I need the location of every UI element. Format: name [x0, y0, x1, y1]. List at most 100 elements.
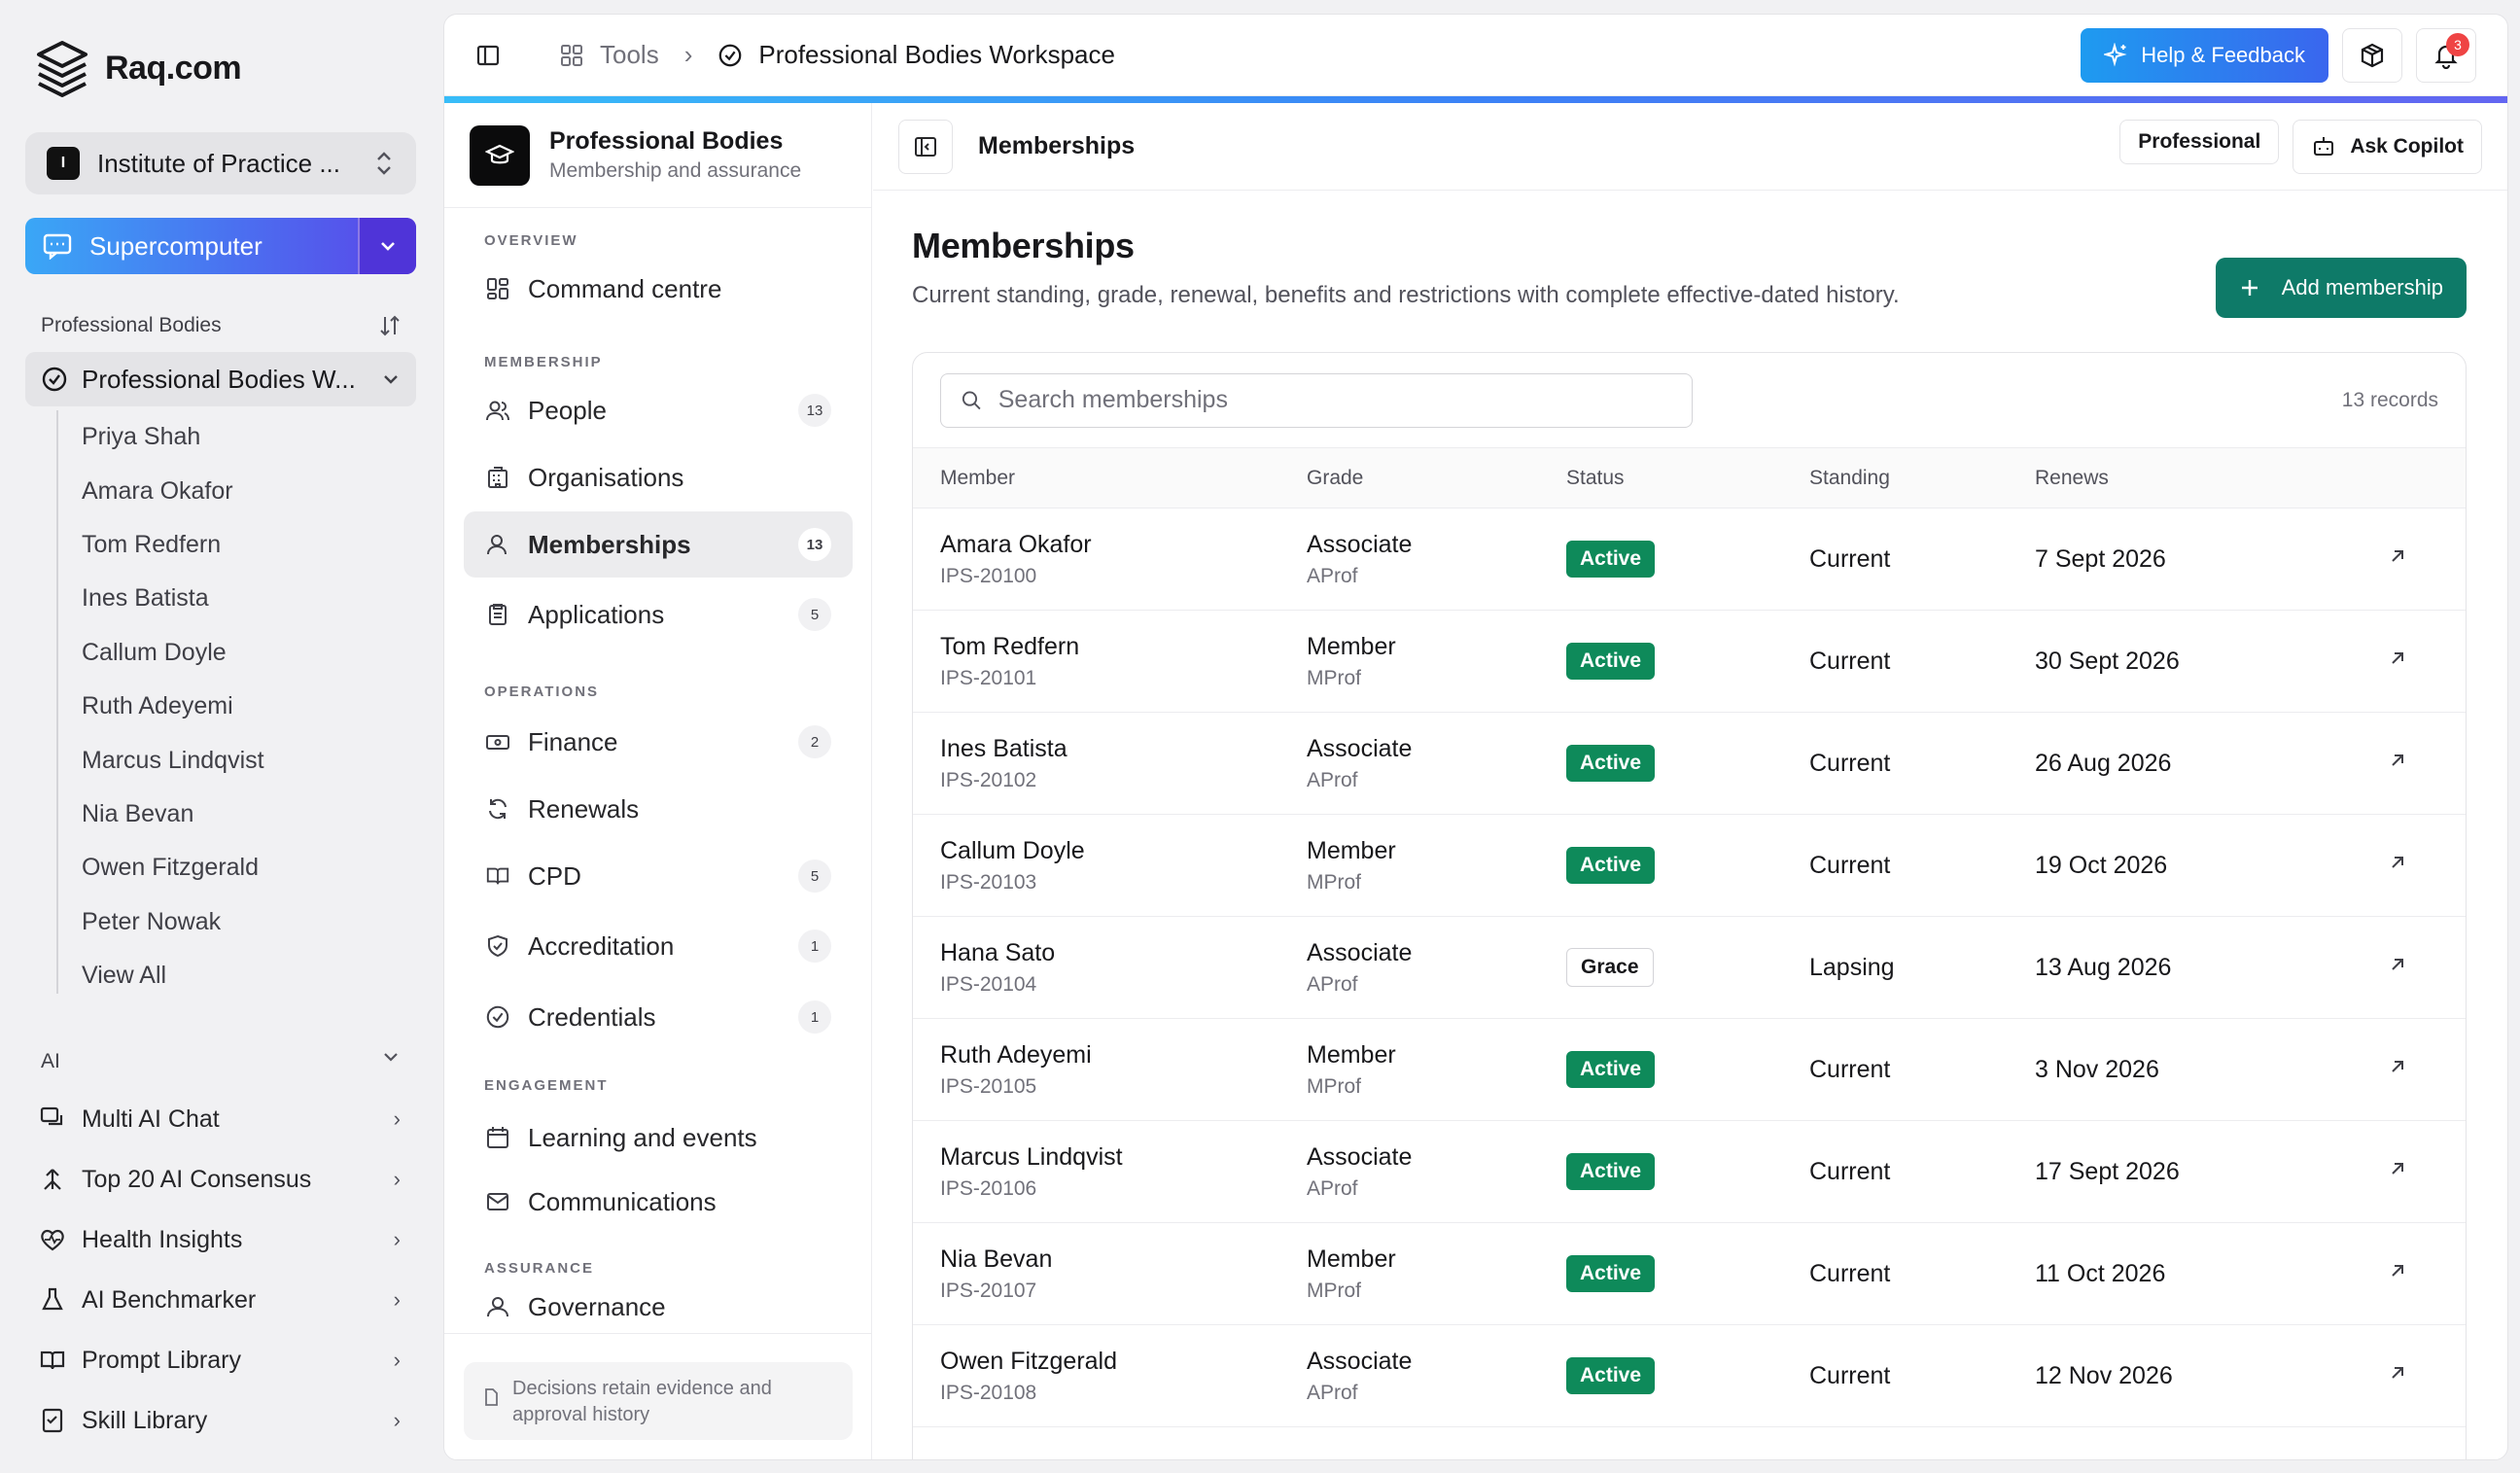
nav-item-memberships[interactable]: Memberships 13 [464, 511, 853, 578]
nav-item-communications[interactable]: Communications [464, 1169, 853, 1235]
nav-item-governance[interactable]: Governance [464, 1278, 853, 1336]
nav-item-cpd[interactable]: CPD 5 [464, 843, 853, 909]
member-name[interactable]: Marcus Lindqvist [940, 1143, 1307, 1172]
table-row[interactable]: Amara Okafor IPS-20100 Associate AProf A… [913, 509, 2466, 611]
table-row[interactable]: Hana Sato IPS-20104 Associate AProf Grac… [913, 917, 2466, 1019]
member-name[interactable]: Owen Fitzgerald [940, 1348, 1307, 1376]
nav-item-organisations[interactable]: Organisations [464, 444, 853, 510]
column-header-member[interactable]: Member [913, 467, 1307, 490]
nav-count: 5 [798, 859, 831, 893]
supercomputer-main[interactable]: Supercomputer [25, 218, 358, 274]
sidebar-item-multi-ai-chat[interactable]: Multi AI Chat › [39, 1089, 401, 1149]
sub-item[interactable]: Ruth Adeyemi [82, 680, 264, 733]
plan-badge[interactable]: Professional [2119, 119, 2280, 164]
sub-item[interactable]: Peter Nowak [82, 895, 264, 949]
table-row[interactable]: Marcus Lindqvist IPS-20106 Associate APr… [913, 1121, 2466, 1223]
open-row-button[interactable] [2388, 1158, 2466, 1185]
sidebar-toggle-icon[interactable] [475, 43, 501, 68]
sub-item[interactable]: Tom Redfern [82, 518, 264, 572]
sidebar-item-top-20-ai-consensus[interactable]: Top 20 AI Consensus › [39, 1149, 401, 1210]
open-row-button[interactable] [2388, 852, 2466, 879]
open-row-button[interactable] [2388, 1056, 2466, 1083]
member-name[interactable]: Hana Sato [940, 939, 1307, 967]
grade-code: AProf [1307, 972, 1358, 996]
grade-code: AProf [1307, 1176, 1358, 1200]
member-name[interactable]: Amara Okafor [940, 531, 1307, 559]
search-input[interactable] [998, 386, 1672, 414]
help-feedback-button[interactable]: Help & Feedback [2081, 27, 2328, 83]
package-button[interactable] [2342, 27, 2402, 83]
add-membership-button[interactable]: Add membership [2215, 258, 2467, 318]
table-row[interactable]: Ines Batista IPS-20102 Associate AProf A… [913, 713, 2466, 815]
sidebar-item-health-insights[interactable]: Health Insights › [39, 1210, 401, 1270]
section-header-ai[interactable]: AI [41, 1050, 401, 1073]
grade-code: MProf [1307, 1074, 1362, 1098]
nav-item-command-centre[interactable]: Command centre [464, 256, 853, 322]
member-name[interactable]: Nia Bevan [940, 1245, 1307, 1274]
nav-item-accreditation[interactable]: Accreditation 1 [464, 913, 853, 979]
calendar-icon [487, 1127, 508, 1148]
sidebar-item-skill-library[interactable]: Skill Library › [39, 1390, 401, 1451]
member-name[interactable]: Tom Redfern [940, 633, 1307, 661]
open-row-button[interactable] [2388, 1260, 2466, 1287]
table-row[interactable]: Tom Redfern IPS-20101 Member MProf Activ… [913, 611, 2466, 713]
copilot-label: Ask Copilot [2350, 134, 2464, 158]
supercomputer-dropdown[interactable] [358, 218, 416, 274]
table-row[interactable]: Ruth Adeyemi IPS-20105 Member MProf Acti… [913, 1019, 2466, 1121]
grade-code: MProf [1307, 666, 1362, 689]
sub-item[interactable]: Priya Shah [82, 410, 264, 464]
table-row[interactable]: Nia Bevan IPS-20107 Member MProf Active … [913, 1223, 2466, 1325]
nav-item-people[interactable]: People 13 [464, 377, 853, 443]
open-row-button[interactable] [2388, 648, 2466, 675]
nav-item-applications[interactable]: Applications 5 [464, 581, 853, 648]
ai-section-title: AI [41, 1050, 60, 1072]
column-header-renews[interactable]: Renews [2035, 467, 2388, 490]
nav-item-credentials[interactable]: Credentials 1 [464, 984, 853, 1050]
open-row-button[interactable] [2388, 545, 2466, 573]
nav-footer-note: Decisions retain evidence and approval h… [464, 1362, 853, 1440]
main-window: Tools › Professional Bodies Workspace He… [443, 14, 2508, 1460]
sub-item[interactable]: Amara Okafor [82, 464, 264, 517]
org-switcher[interactable]: I Institute of Practice ... [25, 132, 416, 194]
open-row-button[interactable] [2388, 954, 2466, 981]
nav-count: 2 [798, 725, 831, 758]
open-row-button[interactable] [2388, 750, 2466, 777]
arrow-up-right-icon [2392, 1061, 2403, 1072]
member-name[interactable]: Ines Batista [940, 735, 1307, 763]
supercomputer-button[interactable]: Supercomputer [25, 218, 416, 274]
member-id: IPS-20107 [940, 1279, 1037, 1302]
nav-label: People [528, 395, 607, 425]
sub-item[interactable]: Callum Doyle [82, 626, 264, 680]
top-bar: Tools › Professional Bodies Workspace He… [444, 15, 2507, 96]
sub-item[interactable]: Owen Fitzgerald [82, 841, 264, 894]
nav-item-finance[interactable]: Finance 2 [464, 709, 853, 775]
notifications-button[interactable]: 3 [2416, 27, 2476, 83]
section-header-professional-bodies[interactable]: Professional Bodies [41, 314, 401, 337]
sub-item[interactable]: Marcus Lindqvist [82, 733, 264, 787]
sub-item[interactable]: Nia Bevan [82, 788, 264, 841]
table-row[interactable]: Owen Fitzgerald IPS-20108 Associate APro… [913, 1325, 2466, 1427]
search-box[interactable] [940, 372, 1693, 428]
member-name[interactable]: Callum Doyle [940, 837, 1307, 865]
nav-item-renewals[interactable]: Renewals [464, 776, 853, 842]
ask-copilot-button[interactable]: Ask Copilot [2292, 119, 2482, 174]
sidebar-item-ai-benchmarker[interactable]: AI Benchmarker › [39, 1270, 401, 1330]
sub-item[interactable]: Ines Batista [82, 572, 264, 625]
renews-cell: 12 Nov 2026 [2035, 1361, 2173, 1389]
column-header-status[interactable]: Status [1566, 467, 1809, 490]
member-name[interactable]: Ruth Adeyemi [940, 1041, 1307, 1070]
collapse-panel-button[interactable] [898, 119, 953, 174]
sidebar-item-workspace[interactable]: Professional Bodies W... [25, 352, 416, 406]
open-row-button[interactable] [2388, 1362, 2466, 1389]
column-header-grade[interactable]: Grade [1307, 467, 1566, 490]
brand[interactable]: Raq.com [35, 39, 242, 97]
sort-icon[interactable] [379, 314, 401, 337]
view-all-link[interactable]: View All [82, 949, 264, 1002]
table-row[interactable]: Callum Doyle IPS-20103 Member MProf Acti… [913, 815, 2466, 917]
nav-item-learning-events[interactable]: Learning and events [464, 1105, 853, 1171]
column-header-standing[interactable]: Standing [1809, 467, 2035, 490]
sidebar-item-prompt-library[interactable]: Prompt Library › [39, 1330, 401, 1390]
status-badge: Active [1566, 745, 1656, 782]
breadcrumb-tools[interactable]: Tools [600, 40, 659, 70]
grade-cell: Member MProf [1307, 1041, 1566, 1099]
